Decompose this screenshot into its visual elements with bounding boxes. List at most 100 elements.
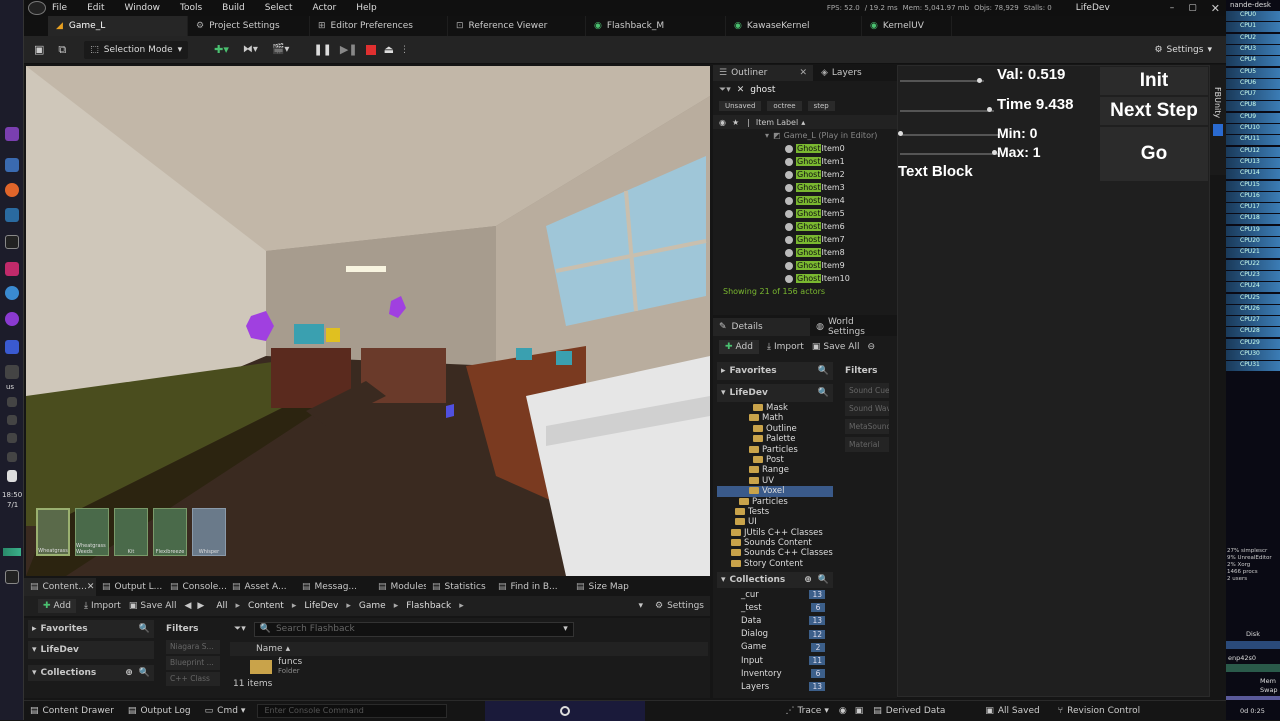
outliner-item[interactable]: Ghost Item10 xyxy=(713,272,897,285)
folder-item[interactable]: Particles xyxy=(717,497,833,507)
outliner-column-header[interactable]: ◉ ★ | Item Label ▴ xyxy=(713,115,897,129)
search-icon[interactable]: 🔍 xyxy=(818,575,829,585)
outliner-item[interactable]: Ghost Item4 xyxy=(713,194,897,207)
folder-item[interactable]: Sounds Content xyxy=(717,538,833,548)
collections-header[interactable]: ▾ Collections ⊕ 🔍 xyxy=(717,572,833,588)
folder-item[interactable]: Sounds C++ Classes xyxy=(717,548,833,558)
outliner-item[interactable]: Ghost Item0 xyxy=(713,142,897,155)
content-import-button[interactable]: ⤓ Import xyxy=(84,601,121,611)
save-icon[interactable]: ▣ xyxy=(34,43,44,56)
folder-item[interactable]: Math xyxy=(717,413,833,423)
search-icon[interactable]: 🔍 xyxy=(139,624,150,634)
breadcrumb-item[interactable]: Flashback xyxy=(406,601,451,611)
folder-item[interactable]: Outline xyxy=(717,424,833,434)
console-input[interactable]: Enter Console Command xyxy=(257,703,448,718)
snapshot-icon[interactable]: ▣ xyxy=(855,706,864,716)
level-viewport[interactable]: Wheatgrass Wheatgrass Weeds Kit Flexibre… xyxy=(26,66,710,576)
tab-editor-preferences[interactable]: ⊞ Editor Preferences xyxy=(310,16,448,36)
outliner-item[interactable]: Ghost Item1 xyxy=(713,155,897,168)
bottom-tab[interactable]: ▤ Modules xyxy=(372,578,426,596)
browse-icon[interactable]: ⧉ xyxy=(58,43,66,57)
inventory-slot[interactable]: Flexibreeze xyxy=(153,508,187,556)
min-slider-knob[interactable] xyxy=(898,131,903,136)
chip-unsaved[interactable]: Unsaved xyxy=(719,101,762,111)
volume-icon[interactable] xyxy=(7,397,17,407)
go-button[interactable]: Go xyxy=(1100,127,1208,181)
inventory-slot[interactable]: Whisper xyxy=(192,508,226,556)
outliner-item[interactable]: Ghost Item3 xyxy=(713,181,897,194)
tab-flashback-m[interactable]: ◉ Flashback_M xyxy=(586,16,726,36)
min-slider[interactable] xyxy=(900,134,1000,136)
bottom-tab[interactable]: ▤ Console... xyxy=(164,578,226,596)
tab-details[interactable]: ✎ Details xyxy=(713,318,811,336)
tray-icon[interactable] xyxy=(5,365,19,379)
filter-cpp-class[interactable]: C++ Class xyxy=(166,672,220,686)
derived-data-button[interactable]: ▤ Derived Data xyxy=(873,706,945,716)
cinematics-icon[interactable]: 🎬▾ xyxy=(272,44,289,55)
collection-item[interactable]: Layers 13 xyxy=(717,680,833,693)
side-dock-label[interactable]: FBUnity xyxy=(1213,87,1222,118)
cmd-dropdown[interactable]: ▭ Cmd ▾ xyxy=(205,706,246,716)
folder-item[interactable]: Particles xyxy=(717,445,833,455)
chevron-down-icon[interactable]: ▾ xyxy=(638,601,643,611)
stop-icon[interactable] xyxy=(365,44,376,55)
bottom-tab[interactable]: ▤ Statistics xyxy=(426,578,492,596)
collection-item[interactable]: Inventory 6 xyxy=(717,667,833,680)
outliner-item[interactable]: Ghost Item5 xyxy=(713,207,897,220)
breadcrumb-item[interactable]: LifeDev xyxy=(304,601,338,611)
folder-item[interactable]: JUtils C++ Classes xyxy=(717,528,833,538)
add-collection-icon[interactable]: ⊕ xyxy=(125,668,133,678)
content-collections[interactable]: ▾ Collections ⊕ 🔍 xyxy=(28,665,154,681)
max-slider[interactable] xyxy=(900,153,1000,155)
val-slider[interactable] xyxy=(900,80,984,82)
add-collection-icon[interactable]: ⊕ xyxy=(804,575,812,585)
filter-item[interactable]: Sound Wave xyxy=(845,401,889,416)
outliner-item[interactable]: Ghost Item7 xyxy=(713,233,897,246)
bluetooth-icon[interactable] xyxy=(7,415,17,425)
menu-help[interactable]: Help xyxy=(356,3,377,13)
pause-icon[interactable]: ❚❚ xyxy=(313,43,331,56)
bottom-tab[interactable]: ▤ Size Map xyxy=(570,578,630,596)
content-save-all-button[interactable]: ▣ Save All xyxy=(129,601,177,611)
filter-icon[interactable]: ⏷▾ xyxy=(719,85,731,95)
folder-item[interactable]: Story Content xyxy=(717,559,833,569)
breadcrumb-item[interactable]: All xyxy=(216,601,227,611)
init-button[interactable]: Init xyxy=(1100,67,1208,95)
network-icon[interactable] xyxy=(5,208,19,222)
collection-item[interactable]: Data 13 xyxy=(717,614,833,627)
play-options-icon[interactable]: ⋮ xyxy=(400,45,409,55)
add-actor-icon[interactable]: ✚▾ xyxy=(214,43,229,56)
filter-item[interactable]: MetaSound xyxy=(845,419,889,434)
window-icon[interactable] xyxy=(5,340,19,354)
folder-item[interactable]: Post xyxy=(717,455,833,465)
files-icon[interactable] xyxy=(5,158,19,172)
revision-control-button[interactable]: ⑂ Revision Control xyxy=(1058,706,1140,716)
eject-icon[interactable]: ⏏ xyxy=(384,43,394,56)
tab-layers[interactable]: ◈ Layers xyxy=(813,68,870,78)
settings-dropdown[interactable]: ⚙ Settings ▾ xyxy=(1154,45,1212,55)
add-button[interactable]: ✚ Add xyxy=(719,340,759,354)
selection-mode-dropdown[interactable]: ⬚ Selection Mode ▾ xyxy=(84,40,189,59)
folder-item[interactable]: UV xyxy=(717,476,833,486)
content-lifedev[interactable]: ▾ LifeDev xyxy=(28,641,154,659)
chip-octree[interactable]: octree xyxy=(767,101,802,111)
outliner-search-input[interactable]: ghost xyxy=(750,85,775,95)
recording-indicator[interactable] xyxy=(485,700,646,721)
tab-reference-viewer[interactable]: ⊡ Reference Viewer xyxy=(448,16,586,36)
clear-search-icon[interactable]: ✕ xyxy=(737,85,745,95)
unreal-logo-icon[interactable] xyxy=(28,1,46,15)
show-desktop-icon[interactable] xyxy=(5,570,19,584)
tab-outliner[interactable]: ☰ Outliner ✕ xyxy=(713,65,813,81)
record-toggle-icon[interactable]: ◉ xyxy=(839,706,847,716)
folder-item[interactable]: Mask xyxy=(717,403,833,413)
filter-item[interactable]: Sound Cue xyxy=(845,383,889,398)
firefox-icon[interactable] xyxy=(5,183,19,197)
filter-icon[interactable]: ⏷▾ xyxy=(234,624,246,634)
menu-file[interactable]: File xyxy=(52,3,67,13)
lifedev-section[interactable]: ▾ LifeDev 🔍 xyxy=(717,384,833,402)
tab-kawase-kernel[interactable]: ◉ KawaseKernel xyxy=(726,16,862,36)
collection-item[interactable]: _test 6 xyxy=(717,601,833,614)
forward-icon[interactable]: ▶ xyxy=(197,601,204,611)
menu-tools[interactable]: Tools xyxy=(180,3,202,13)
search-icon[interactable]: 🔍 xyxy=(818,388,829,398)
